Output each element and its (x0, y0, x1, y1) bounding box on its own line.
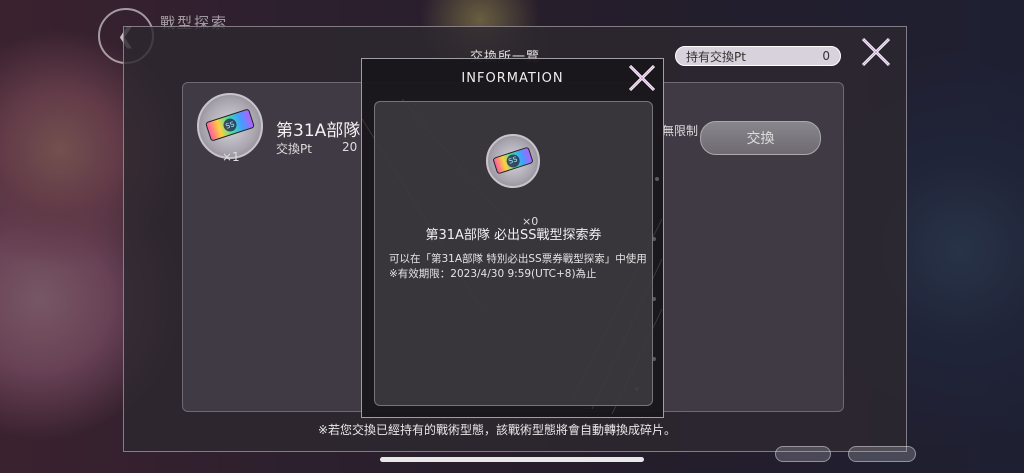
info-description-line: 可以在「第31A部隊 特別必出SS票券戰型探索」中使用 (389, 253, 647, 265)
bottom-button-right[interactable] (848, 446, 916, 462)
exchange-button[interactable]: 交換 (700, 121, 821, 155)
information-modal: INFORMATION SS ×0 第31A部隊 必出SS戰型探索券 可以在「第… (361, 58, 664, 418)
ticket-icon: SS (205, 108, 255, 142)
information-content: SS ×0 第31A部隊 必出SS戰型探索券 可以在「第31A部隊 特別必出SS… (374, 101, 653, 406)
item-pt-label: 交換Pt (276, 142, 312, 156)
info-description: 可以在「第31A部隊 特別必出SS票券戰型探索」中使用 ※有效期限：2023/4… (389, 252, 647, 282)
item-pt-value: 20 (342, 140, 358, 154)
item-quantity: ×1 (222, 150, 240, 164)
ss-badge: SS (504, 152, 522, 169)
points-label: 持有交換Pt (686, 49, 746, 64)
bottom-button-left[interactable] (775, 446, 831, 462)
points-pill: 持有交換Pt 0 (675, 46, 841, 66)
close-x-icon[interactable] (858, 34, 894, 70)
info-ticket-icon: SS (486, 134, 540, 188)
close-x-icon[interactable] (626, 62, 658, 94)
home-indicator[interactable] (380, 457, 644, 462)
info-expiry-line: ※有效期限：2023/4/30 9:59(UTC+8)為止 (389, 268, 597, 280)
item-name: 第31A部隊 (276, 121, 361, 141)
ticket-icon: SS (492, 146, 534, 175)
info-item-name: 第31A部隊 必出SS戰型探索券 (425, 228, 602, 243)
ss-badge: SS (221, 116, 239, 134)
points-value: 0 (822, 49, 830, 63)
information-title: INFORMATION (461, 71, 564, 86)
exchange-limit-label: 無限制 (662, 124, 699, 138)
footer-note: ※若您交換已經持有的戰術型態，該戰術型態將會自動轉換成碎片。 (318, 423, 677, 437)
